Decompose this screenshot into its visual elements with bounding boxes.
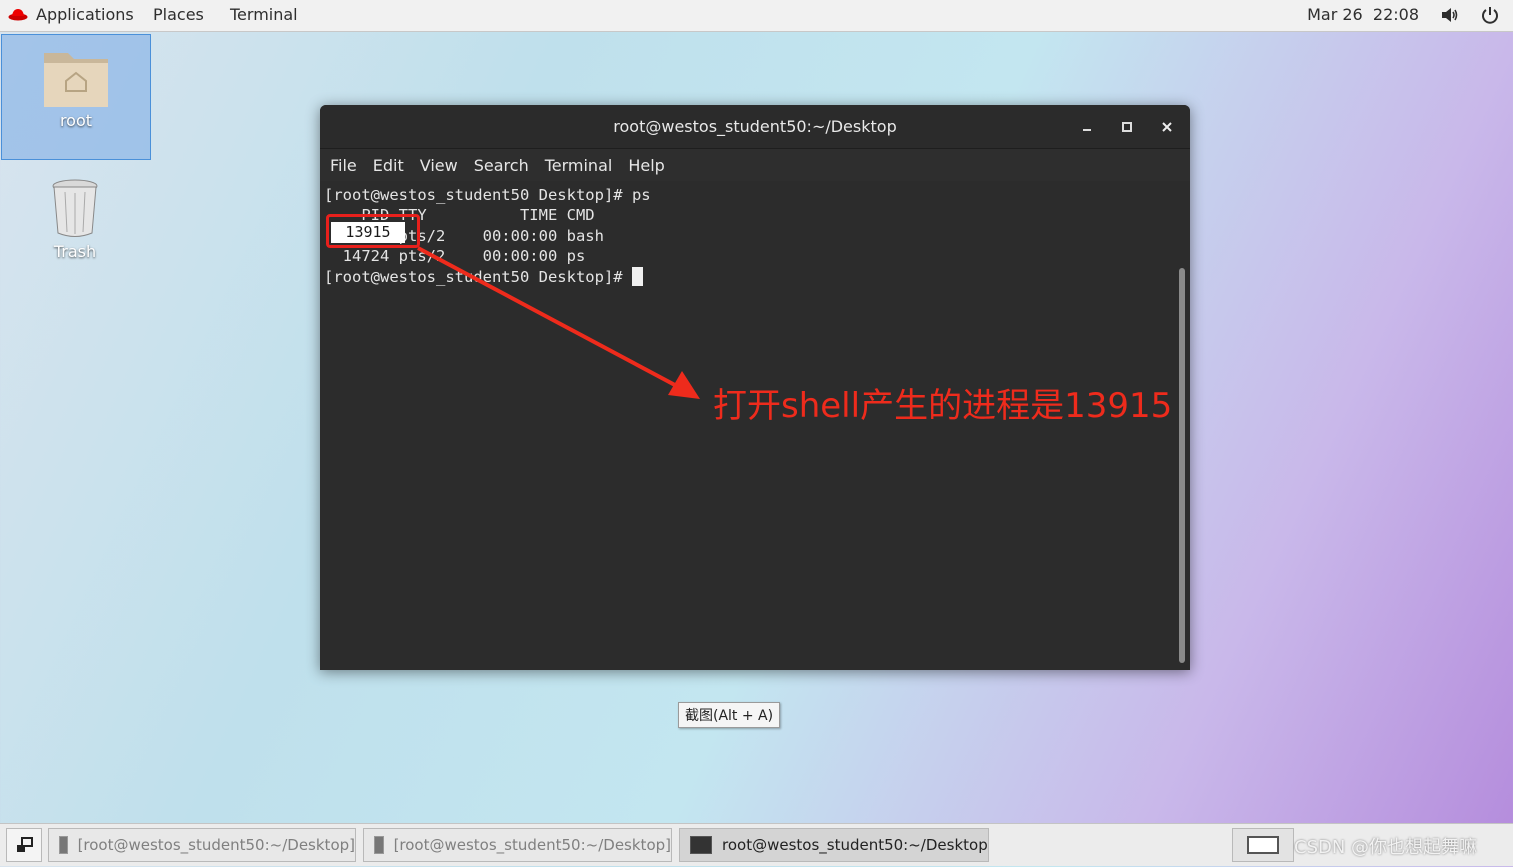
taskbar-window-label: [root@westos_student50:~/Desktop] [393,836,671,854]
bottom-taskbar: [root@westos_student50:~/Desktop] [root@… [0,823,1513,866]
taskbar-window-label: root@westos_student50:~/Desktop [722,836,988,854]
annotation-arrow-icon [417,246,700,399]
workspace-switcher[interactable] [1232,828,1294,862]
terminal-icon [690,836,712,854]
window-switch-icon [17,837,33,852]
taskbar-window-label: [root@westos_student50:~/Desktop] [77,836,355,854]
terminal-icon [59,836,68,854]
taskbar-window-2[interactable]: [root@westos_student50:~/Desktop] [363,828,672,862]
show-desktop-button[interactable] [6,828,42,862]
taskbar-window-3[interactable]: root@westos_student50:~/Desktop [679,828,989,862]
taskbar-window-1[interactable]: [root@westos_student50:~/Desktop] [48,828,356,862]
workspace-preview [1247,836,1279,854]
terminal-icon [374,836,384,854]
watermark-text: CSDN @你也想起舞嘛 [1294,837,1478,858]
annotation-text: 打开shell产生的进程是13915 [713,386,1173,426]
screenshot-tooltip: 截图(Alt + A) [678,702,781,728]
